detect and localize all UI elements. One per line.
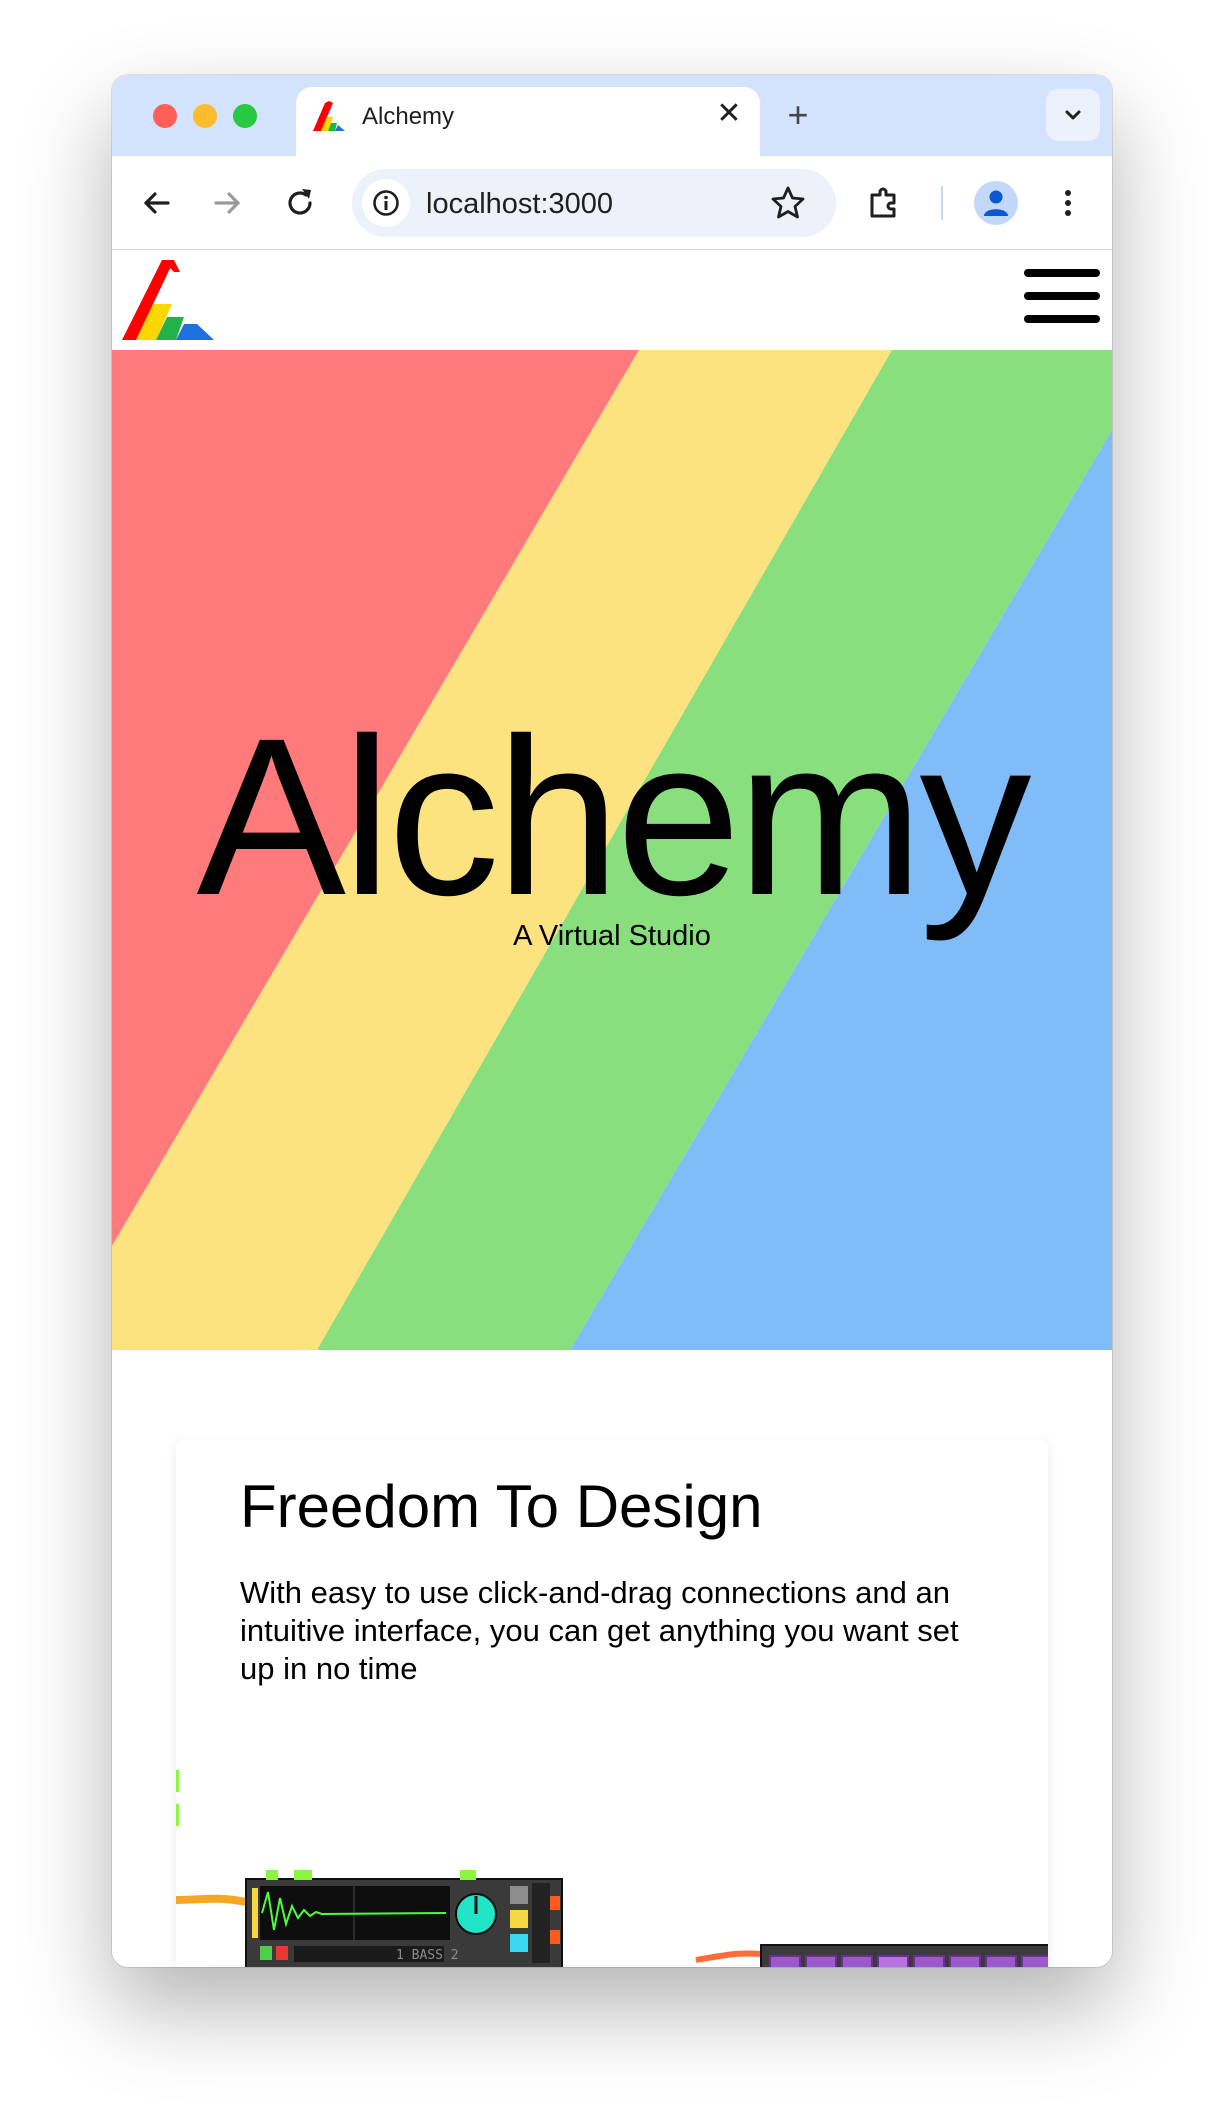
page-content: Alchemy A Virtual Studio Freedom To Desi… [112,250,1112,1967]
browser-window: Alchemy ✕ + localhost:3000 Alchemy A Vir… [112,75,1112,1967]
studio-preview-image: 1 BASS 2 [176,1770,1048,1967]
preview-module-label: 1 BASS 2 [396,1948,459,1963]
feature-card: Freedom To Design With easy to use click… [176,1440,1048,1967]
browser-tab[interactable]: Alchemy ✕ [296,87,760,156]
profile-button[interactable] [974,181,1018,225]
toolbar-divider [941,186,943,220]
profile-icon [984,190,1008,216]
tab-strip: Alchemy ✕ + [112,75,1112,156]
feature-description: With easy to use click-and-drag connecti… [240,1575,959,1686]
alchemy-logo[interactable] [122,260,214,340]
back-arrow-icon[interactable] [136,183,176,223]
forward-arrow-icon[interactable] [208,183,248,223]
bookmark-star-icon[interactable] [770,185,806,221]
site-info-icon [373,190,399,216]
new-tab-button[interactable]: + [780,97,816,133]
chevron-down-icon [1065,110,1081,120]
alchemy-favicon-icon [313,101,345,131]
address-bar[interactable]: localhost:3000 [352,169,836,237]
url-text[interactable]: localhost:3000 [426,188,613,221]
window-maximize-button[interactable] [233,104,257,128]
site-info-button[interactable] [362,179,410,227]
tab-title: Alchemy [362,103,455,130]
hero-subtitle: A Virtual Studio [513,920,711,952]
site-header [112,250,1112,350]
hero-section: Alchemy A Virtual Studio [112,350,1112,1350]
window-minimize-button[interactable] [193,104,217,128]
tab-search-button[interactable] [1046,89,1100,141]
browser-toolbar: localhost:3000 [112,156,1112,250]
kebab-menu-icon[interactable] [1048,183,1088,223]
hero-title: Alchemy [196,692,1032,942]
feature-title: Freedom To Design [240,1473,763,1540]
hamburger-menu-icon[interactable] [1024,265,1100,327]
reload-icon[interactable] [280,183,320,223]
tab-close-button[interactable]: ✕ [712,97,746,131]
extensions-icon[interactable] [864,183,904,223]
window-close-button[interactable] [153,104,177,128]
